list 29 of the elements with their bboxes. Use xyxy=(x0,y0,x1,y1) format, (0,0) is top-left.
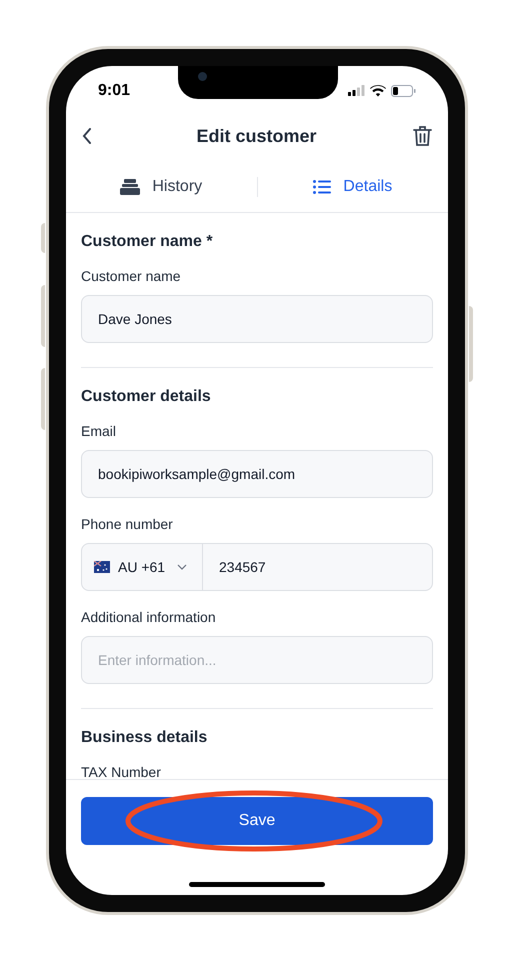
tab[interactable]: History xyxy=(66,174,256,198)
back-icon xyxy=(82,128,92,144)
field-label: TAX Number xyxy=(81,763,162,779)
field-label: Customer name xyxy=(81,267,182,286)
status-time: 9:01 xyxy=(98,80,130,100)
country-code-select[interactable]: AU +61 xyxy=(82,544,203,590)
save-button[interactable]: Save xyxy=(81,797,433,845)
camera-icon xyxy=(198,72,207,81)
field-label: Email xyxy=(81,422,118,441)
delete-button[interactable] xyxy=(413,125,432,147)
text-field[interactable]: Dave Jones xyxy=(81,295,433,343)
battery-icon xyxy=(391,84,416,96)
text-field[interactable]: Enter information... xyxy=(81,636,433,684)
section-title: Customer details xyxy=(81,387,212,407)
list-icon xyxy=(313,180,332,194)
page-title: Edit customer xyxy=(196,124,317,148)
text-field[interactable]: bookipiworksample@gmail.com xyxy=(81,450,433,498)
stack-icon xyxy=(120,178,140,194)
phone-field[interactable]: AU +61 234567 xyxy=(81,543,433,591)
trash-icon xyxy=(413,125,432,147)
tab[interactable]: Details xyxy=(258,174,448,198)
section-title: Customer name * xyxy=(81,232,214,252)
field-label: Additional information xyxy=(81,608,217,627)
wifi-icon xyxy=(370,84,386,96)
field-label: Phone number xyxy=(81,515,174,534)
flag-icon xyxy=(94,561,110,573)
chevron-down-icon xyxy=(177,564,188,570)
signal-icon xyxy=(348,85,365,96)
section-title: Business details xyxy=(81,728,208,748)
